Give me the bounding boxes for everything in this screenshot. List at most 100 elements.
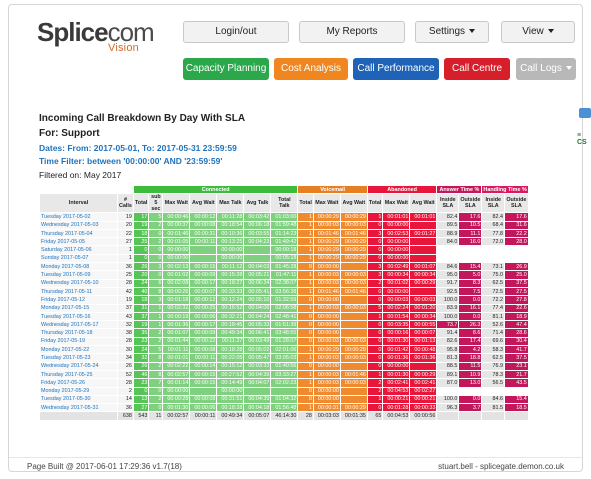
table-cell: 00:18:45 xyxy=(216,320,245,330)
interval-link[interactable]: Friday 2017-05-26 xyxy=(39,378,118,388)
table-cell xyxy=(339,311,368,322)
my-reports-button[interactable]: My Reports xyxy=(299,21,405,43)
table-cell: 00:00:03 xyxy=(382,295,411,305)
call-logs-dropdown[interactable]: Call Logs xyxy=(516,58,576,80)
cost-analysis-button[interactable]: Cost Analysis xyxy=(274,58,348,80)
table-cell: 00:05:18 xyxy=(270,253,299,264)
interval-link[interactable]: Monday 2017-05-15 xyxy=(39,303,118,313)
interval-link[interactable]: Wednesday 2017-05-10 xyxy=(39,278,118,288)
print-icon[interactable] xyxy=(579,108,591,118)
table-cell: 00:00:29 xyxy=(339,237,368,247)
table-cell: 00:00:33 xyxy=(409,403,438,413)
table-cell: 20 xyxy=(132,270,150,280)
table-cell: 82.4 xyxy=(436,212,460,222)
table-cell: 00:03:49 xyxy=(243,336,272,347)
table-cell: 00:00:00 xyxy=(382,253,411,264)
capacity-planning-button[interactable]: Capacity Planning xyxy=(183,58,269,80)
table-cell: 1 xyxy=(117,245,134,255)
call-performance-button[interactable]: Call Performance xyxy=(353,58,439,80)
table-cell: 8.3 xyxy=(458,278,483,288)
table-cell: 10.9 xyxy=(458,369,483,380)
table-row: Wednesday 2017-05-10 28 24 6 00:02:08 00:00:1… xyxy=(39,278,529,288)
total-cell: 00:05:07 xyxy=(243,411,272,421)
table-cell: 7 xyxy=(148,378,164,388)
interval-link[interactable]: Wednesday 2017-05-31 xyxy=(39,403,118,413)
interval-link[interactable]: Friday 2017-05-05 xyxy=(39,237,118,247)
table-cell: 87.0 xyxy=(436,378,460,388)
table-cell: 58.3 xyxy=(481,345,506,355)
interval-link[interactable]: Tuesday 2017-05-23 xyxy=(39,353,118,363)
table-cell: 31 xyxy=(132,303,150,313)
table-cell: 16.1 xyxy=(458,303,483,313)
table-cell: 00:00:03 xyxy=(409,295,438,305)
table-cell: 00:05:41 xyxy=(243,286,272,297)
table-cell: 01:14:23 xyxy=(270,228,299,239)
table-cell: 19 xyxy=(117,212,134,222)
interval-link[interactable]: Wednesday 2017-05-17 xyxy=(39,320,118,330)
column-header: Avg Wait xyxy=(339,193,368,214)
table-cell: 52.6 xyxy=(481,320,506,330)
table-cell: 00:03:42 xyxy=(243,212,272,222)
interval-link[interactable]: Saturday 2017-05-06 xyxy=(39,245,118,255)
table-cell: 1 xyxy=(297,237,314,247)
interval-link[interactable]: Thursday 2017-05-18 xyxy=(39,328,118,338)
table-cell: 18 xyxy=(132,295,150,305)
interval-link[interactable]: Tuesday 2017-05-30 xyxy=(39,394,118,405)
table-cell: 00:00:15 xyxy=(189,369,218,380)
interval-link[interactable]: Tuesday 2017-05-09 xyxy=(39,270,118,280)
table-cell: 00:00:00 xyxy=(162,253,191,264)
table-cell: 00:00:34 xyxy=(409,311,438,322)
table-row: Friday 2017-05-19 28 23 2 00:01:44 00:00:22 00… xyxy=(39,336,529,347)
interval-link[interactable]: Wednesday 2017-05-03 xyxy=(39,220,118,230)
table-cell: 00:00:22 xyxy=(189,336,218,347)
table-cell: 00:00:15 xyxy=(189,378,218,388)
report-time-filter: Time Filter: between '00:00:00' AND '23:… xyxy=(39,156,223,166)
table-cell: 00:01:07 xyxy=(162,328,191,338)
table-cell xyxy=(481,386,506,396)
table-cell xyxy=(481,245,506,255)
export-csv-icon[interactable]: ≡ CS xyxy=(577,132,591,146)
table-cell: 00:00:00 xyxy=(312,320,341,330)
table-row: Friday 2017-05-05 27 25 2 00:01:05 00:00:11 00… xyxy=(39,237,529,247)
table-cell: 00:01:02 xyxy=(382,278,411,288)
table-cell: 00:06:34 xyxy=(243,278,272,288)
table-cell: 0 xyxy=(148,386,164,396)
interval-link[interactable]: Thursday 2017-05-11 xyxy=(39,286,118,297)
table-cell: 00:01:27 xyxy=(409,228,438,239)
table-cell: 00:00:00 xyxy=(162,386,191,396)
call-centre-button[interactable]: Call Centre xyxy=(444,58,510,80)
interval-link[interactable]: Sunday 2017-05-07 xyxy=(39,253,118,264)
settings-dropdown[interactable]: Settings xyxy=(415,21,489,43)
table-cell: 20 xyxy=(117,220,134,230)
table-cell: 72.5 xyxy=(481,286,506,297)
table-cell: 00:00:29 xyxy=(312,245,341,255)
interval-link[interactable]: Thursday 2017-05-04 xyxy=(39,228,118,239)
interval-link[interactable]: Friday 2017-05-19 xyxy=(39,336,118,347)
table-cell: 00:16:52 xyxy=(216,303,245,313)
table-cell xyxy=(243,253,272,264)
table-cell: 00:02:08 xyxy=(162,278,191,288)
table-cell: 00:00:03 xyxy=(312,369,341,380)
table-cell: 00:10:36 xyxy=(216,228,245,239)
interval-link[interactable]: Tuesday 2017-05-02 xyxy=(39,212,118,222)
table-cell: 01:56:48 xyxy=(270,403,299,413)
interval-link[interactable]: Monday 2017-05-29 xyxy=(39,386,118,396)
table-cell: 84.6 xyxy=(436,262,460,272)
view-dropdown[interactable]: View xyxy=(501,21,575,43)
interval-link[interactable]: Monday 2017-05-22 xyxy=(39,345,118,355)
login-button[interactable]: Login/out xyxy=(183,21,289,43)
interval-link[interactable]: Wednesday 2017-05-24 xyxy=(39,361,118,371)
table-cell: 37.5 xyxy=(504,278,529,288)
table-cell: 25 xyxy=(132,237,150,247)
interval-link[interactable]: Tuesday 2017-05-16 xyxy=(39,311,118,322)
table-cell: 18.5 xyxy=(504,403,529,413)
interval-link[interactable]: Monday 2017-05-08 xyxy=(39,262,118,272)
table-cell: 81.5 xyxy=(481,403,506,413)
table-cell xyxy=(458,245,483,255)
interval-link[interactable]: Thursday 2017-05-25 xyxy=(39,369,118,380)
total-cell: 543 xyxy=(132,411,150,421)
group-voicemail: Voicemail xyxy=(297,184,368,195)
table-cell: 26.3 xyxy=(458,320,483,330)
interval-link[interactable]: Friday 2017-05-12 xyxy=(39,295,118,305)
table-cell: 00:06:41 xyxy=(243,328,272,338)
